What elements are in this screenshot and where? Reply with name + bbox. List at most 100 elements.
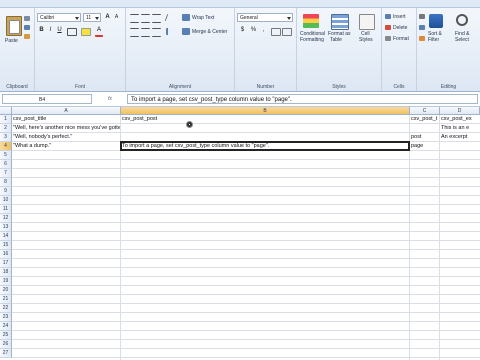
- font-name-select[interactable]: Calibri: [37, 13, 81, 22]
- font-color-icon[interactable]: A: [95, 27, 103, 37]
- cell-d3[interactable]: An excerpt: [440, 133, 479, 142]
- cell-a1[interactable]: csv_post_title: [12, 115, 120, 124]
- conditional-formatting-label-2[interactable]: Formatting: [300, 37, 324, 43]
- currency-button[interactable]: $: [238, 26, 247, 35]
- merge-center-button[interactable]: Merge & Center: [192, 29, 227, 35]
- column-header-c[interactable]: C: [410, 107, 440, 115]
- row-header-25[interactable]: 25: [0, 331, 12, 340]
- cell-styles-icon[interactable]: [359, 14, 375, 30]
- row-header-1[interactable]: 1: [0, 115, 12, 124]
- formula-input[interactable]: To import a page, set csv_post_type colu…: [127, 94, 478, 104]
- fx-button[interactable]: fx: [96, 94, 124, 104]
- align-bottom-icon[interactable]: [152, 14, 161, 23]
- row-header-19[interactable]: 19: [0, 277, 12, 286]
- row-header-9[interactable]: 9: [0, 187, 12, 196]
- wrap-text-button[interactable]: Wrap Text: [192, 15, 214, 21]
- cell-b1[interactable]: csv_post_post: [121, 115, 409, 124]
- row-header-26[interactable]: 26: [0, 340, 12, 349]
- find-select-icon[interactable]: [456, 14, 468, 26]
- row-header-3[interactable]: 3: [0, 133, 12, 142]
- row-header-10[interactable]: 10: [0, 196, 12, 205]
- number-format-select[interactable]: General: [237, 13, 293, 22]
- format-painter-icon[interactable]: [24, 34, 30, 39]
- font-size-select[interactable]: 11: [83, 13, 101, 22]
- decrease-decimal-icon[interactable]: [282, 28, 292, 36]
- borders-icon[interactable]: [67, 28, 77, 36]
- cell-a4[interactable]: "What a dump.": [12, 142, 120, 151]
- paste-button-label[interactable]: Paste: [5, 38, 18, 44]
- delete-button[interactable]: Delete: [393, 25, 407, 31]
- row-header-2[interactable]: 2: [0, 124, 12, 133]
- format-as-table-icon[interactable]: [331, 14, 349, 30]
- row-header-15[interactable]: 15: [0, 241, 12, 250]
- percent-button[interactable]: %: [249, 26, 258, 35]
- align-right-icon[interactable]: [152, 28, 161, 37]
- orientation-icon[interactable]: [164, 14, 178, 21]
- align-left-icon[interactable]: [130, 28, 139, 37]
- clear-icon[interactable]: [419, 36, 425, 41]
- sort-filter-icon[interactable]: [429, 14, 443, 28]
- column-header-d[interactable]: D: [440, 107, 480, 115]
- cell-a3[interactable]: "Well, nobody's perfect.": [12, 133, 120, 142]
- row-header-7[interactable]: 7: [0, 169, 12, 178]
- row-header-12[interactable]: 12: [0, 214, 12, 223]
- styles-group-label: Styles: [332, 84, 346, 90]
- align-top-icon[interactable]: [130, 14, 139, 23]
- cell-c1[interactable]: csv_post_t: [410, 115, 439, 124]
- row-header-23[interactable]: 23: [0, 313, 12, 322]
- row-header-14[interactable]: 14: [0, 232, 12, 241]
- conditional-formatting-icon[interactable]: [303, 14, 319, 28]
- row-header-5[interactable]: 5: [0, 151, 12, 160]
- row-header-24[interactable]: 24: [0, 322, 12, 331]
- grow-font-button[interactable]: A: [103, 13, 112, 22]
- cell-d1[interactable]: csv_post_ex: [440, 115, 479, 124]
- column-header-b[interactable]: B: [121, 107, 410, 115]
- sort-filter-label-2[interactable]: Filter: [428, 37, 439, 43]
- indent-icon[interactable]: [166, 28, 176, 35]
- column-gridline: [120, 115, 121, 360]
- increase-decimal-icon[interactable]: [271, 28, 281, 36]
- row-header-18[interactable]: 18: [0, 268, 12, 277]
- copy-icon[interactable]: [24, 25, 30, 30]
- italic-button[interactable]: I: [46, 26, 55, 35]
- delete-icon: [385, 25, 391, 30]
- format-as-table-label-2[interactable]: Table: [330, 37, 342, 43]
- align-center-icon[interactable]: [141, 28, 150, 37]
- cut-icon[interactable]: [24, 16, 30, 21]
- align-middle-icon[interactable]: [141, 14, 150, 23]
- row-header-6[interactable]: 6: [0, 160, 12, 169]
- cell-styles-label-2[interactable]: Styles: [359, 37, 373, 43]
- comma-button[interactable]: ,: [259, 26, 268, 35]
- bold-button[interactable]: B: [37, 26, 46, 35]
- find-select-label-2[interactable]: Select: [455, 37, 469, 43]
- cell-a2[interactable]: "Well, here's another nice mess you've g…: [12, 124, 120, 133]
- select-all-corner[interactable]: [0, 107, 12, 115]
- row-header-16[interactable]: 16: [0, 250, 12, 259]
- row-header-22[interactable]: 22: [0, 304, 12, 313]
- font-group: Calibri 11 A A B I U A Font: [35, 8, 126, 91]
- row-header-13[interactable]: 13: [0, 223, 12, 232]
- row-header-11[interactable]: 11: [0, 205, 12, 214]
- row-header-4[interactable]: 4: [0, 142, 12, 151]
- row-header-21[interactable]: 21: [0, 295, 12, 304]
- row-header-8[interactable]: 8: [0, 178, 12, 187]
- column-gridline: [409, 115, 410, 360]
- insert-button[interactable]: Insert: [393, 14, 406, 20]
- row-header-20[interactable]: 20: [0, 286, 12, 295]
- spreadsheet-grid[interactable]: A B C D 1 2 3 4 5 6 7 8 9 10 11 12 13 14 15 16 17 18 19 20 21 22 2…: [0, 107, 480, 360]
- fill-icon[interactable]: [419, 25, 425, 30]
- underline-button[interactable]: U: [55, 26, 64, 35]
- cell-c4[interactable]: page: [410, 142, 439, 151]
- row-header-17[interactable]: 17: [0, 259, 12, 268]
- format-button[interactable]: Format: [393, 36, 409, 42]
- column-header-a[interactable]: A: [12, 107, 121, 115]
- row-header-27[interactable]: 27: [0, 349, 12, 358]
- autosum-icon[interactable]: [419, 14, 425, 19]
- fill-color-icon[interactable]: [81, 28, 91, 36]
- shrink-font-button[interactable]: A: [112, 13, 121, 22]
- name-box[interactable]: B4: [2, 94, 92, 104]
- active-cell-border: [120, 141, 410, 151]
- cell-d2[interactable]: This is an e: [440, 124, 479, 133]
- cell-c3[interactable]: post: [410, 133, 439, 142]
- ribbon: Paste Clipboard Calibri 11 A A B I U A F…: [0, 8, 480, 92]
